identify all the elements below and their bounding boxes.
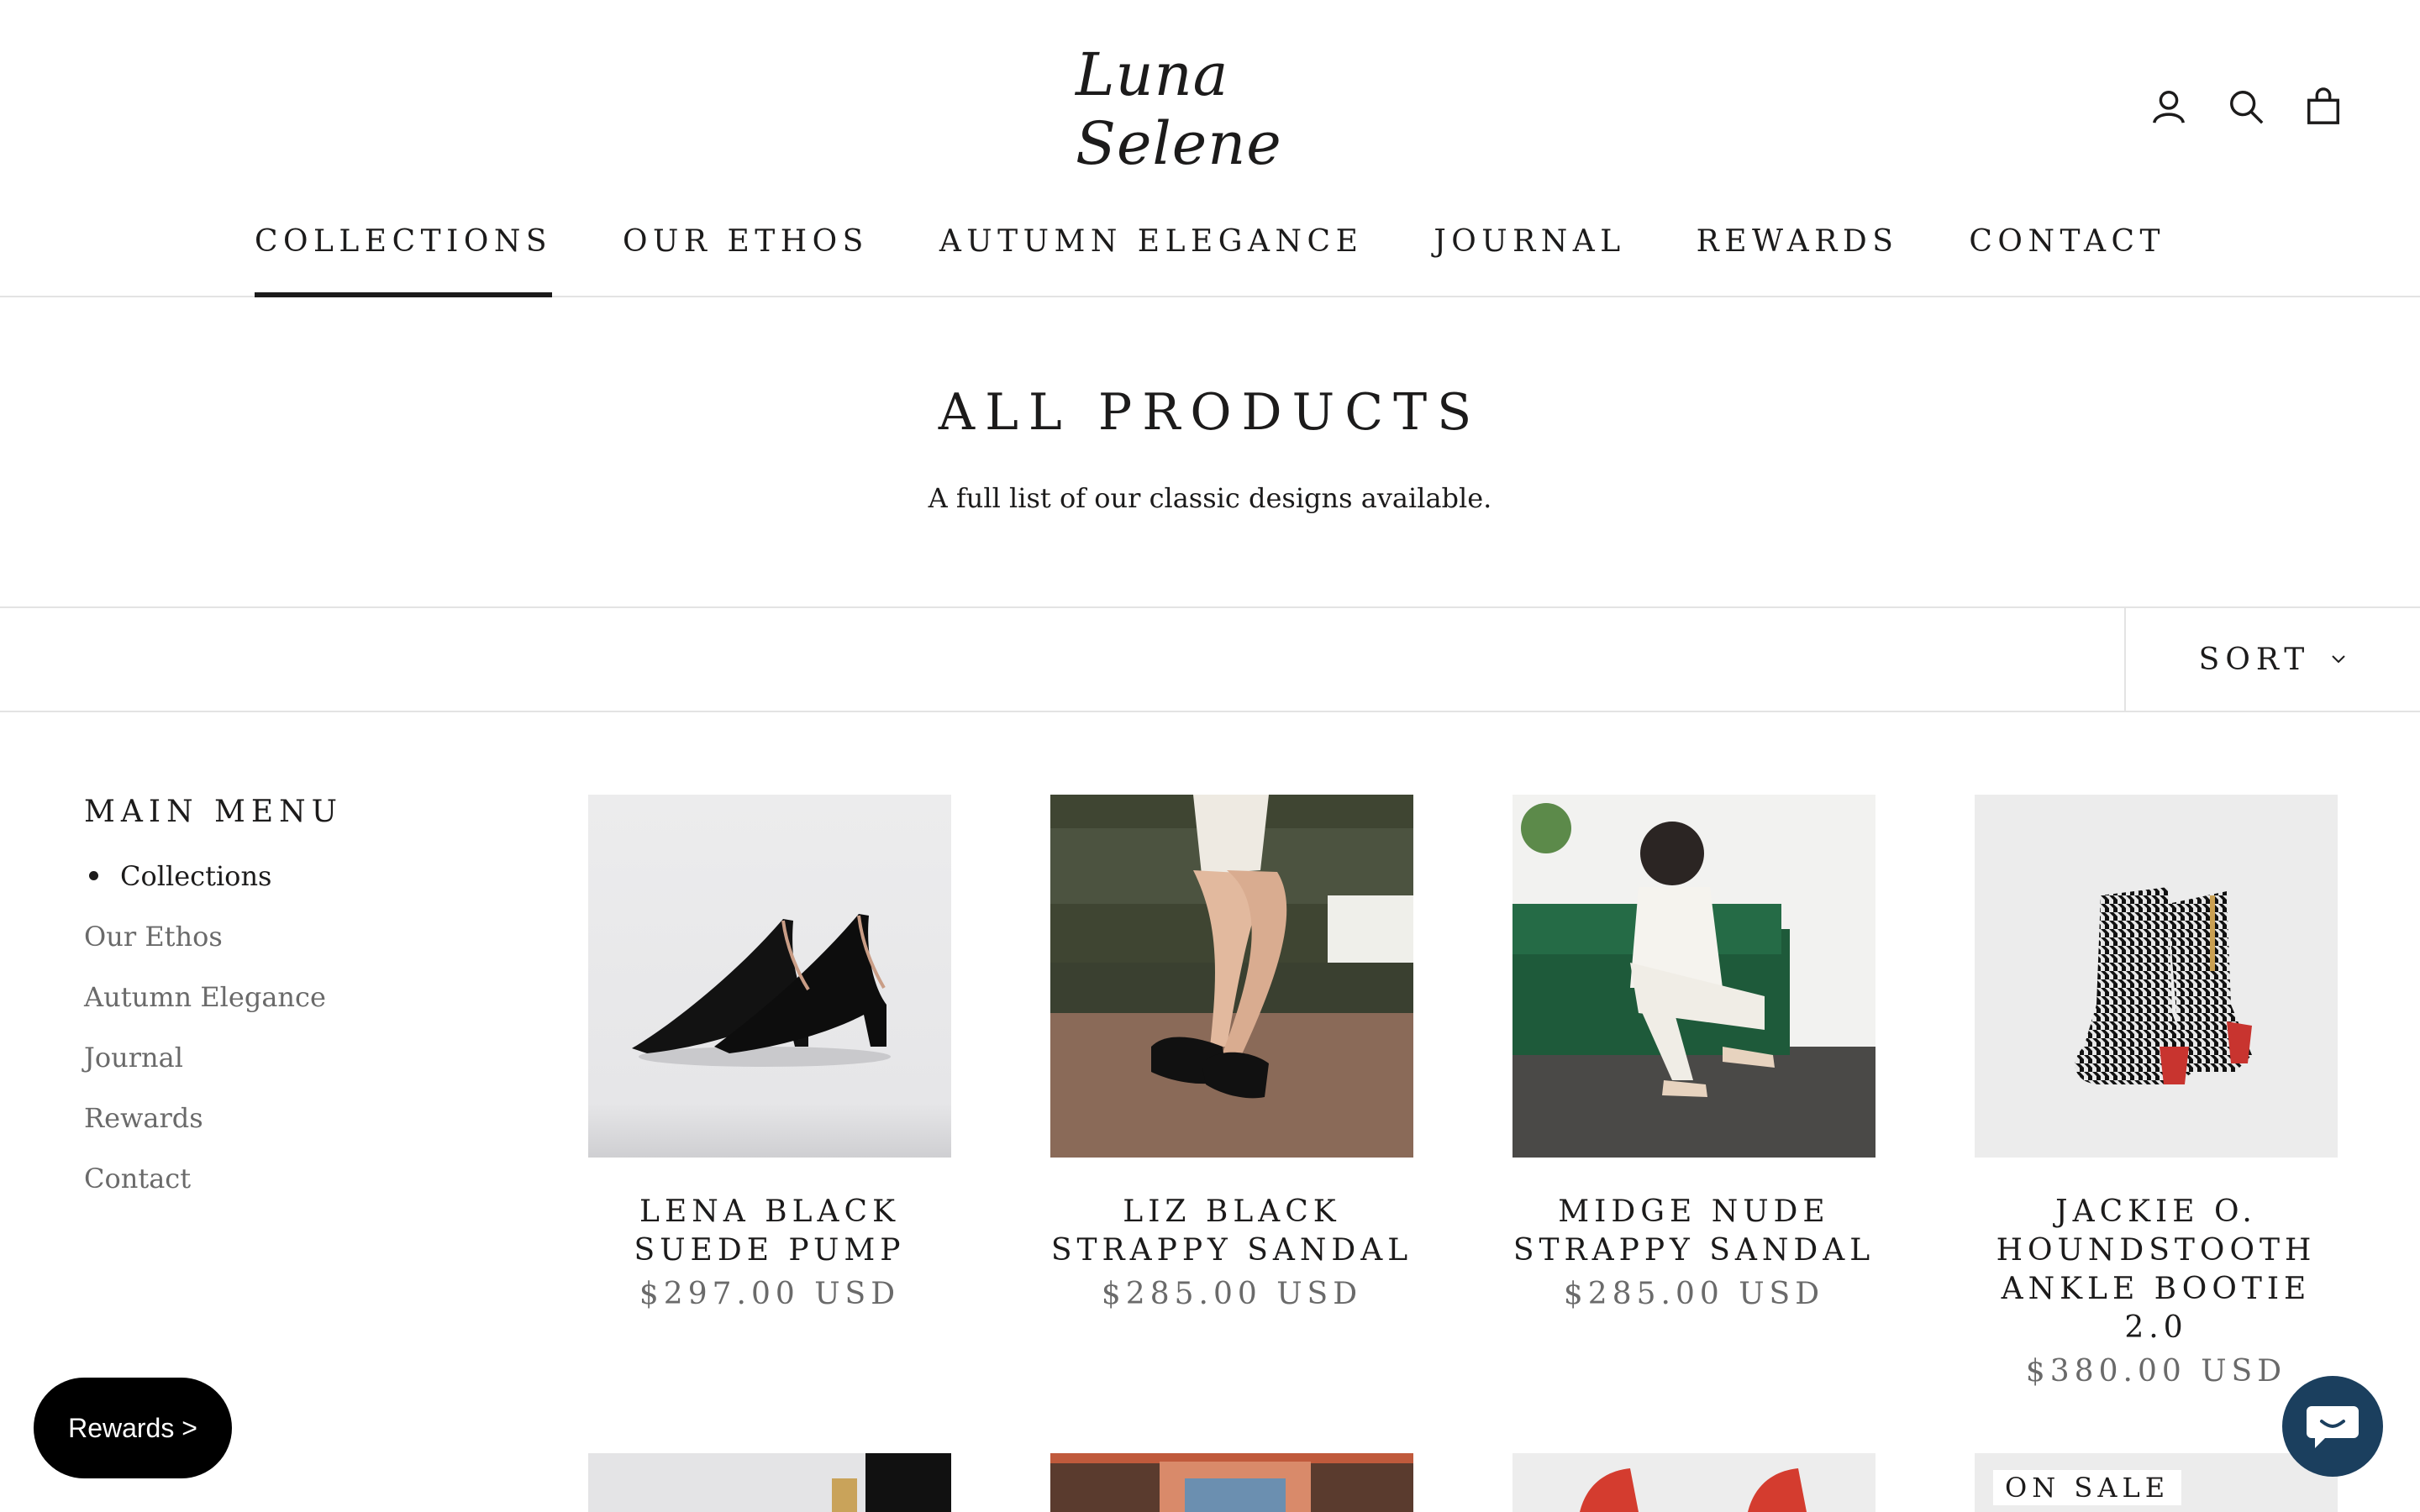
chevron-down-icon: [2332, 655, 2346, 664]
product-image[interactable]: [1050, 1453, 1413, 1512]
product-name[interactable]: MIDGE NUDE STRAPPY SANDAL: [1512, 1193, 1876, 1270]
sort-button[interactable]: SORT: [2124, 608, 2420, 711]
product-thumbnail: [1050, 1453, 1413, 1512]
site-header: Luna Selene COLLECTIONS OUR ETHOS AUTUMN…: [0, 0, 2420, 297]
rewards-launcher-button[interactable]: Rewards >: [34, 1378, 232, 1478]
chat-bubble-icon: [2307, 1406, 2359, 1448]
active-bullet: [89, 871, 98, 880]
collection-toolbar: SORT: [0, 606, 2420, 712]
sidebar-main-menu: MAIN MENU Collections Our Ethos Autumn E…: [84, 795, 487, 1219]
nav-item-autumn-elegance[interactable]: AUTUMN ELEGANCE: [904, 217, 1399, 297]
logo-wordmark[interactable]: Luna Selene: [1076, 40, 1344, 178]
product-image[interactable]: [588, 1453, 951, 1512]
black-pump-image: [588, 795, 951, 1158]
sidebar-item-label: Collections: [120, 860, 272, 892]
product-price: $285.00 USD: [1101, 1277, 1363, 1311]
product-card[interactable]: LENA BLACK SUEDE PUMP $297.00 USD: [588, 795, 951, 1311]
sort-label: SORT: [2198, 642, 2311, 677]
store-logo[interactable]: Luna Selene: [1076, 40, 1344, 178]
product-card[interactable]: MIDGE NUDE STRAPPY SANDAL $285.00 USD: [1512, 795, 1876, 1311]
product-name[interactable]: LENA BLACK SUEDE PUMP: [588, 1193, 951, 1270]
product-card[interactable]: LIZ BLACK STRAPPY SANDAL $285.00 USD: [1050, 795, 1413, 1311]
product-image[interactable]: [1512, 795, 1876, 1158]
search-icon[interactable]: [2227, 87, 2265, 126]
product-price: $297.00 USD: [639, 1277, 901, 1311]
cart-icon[interactable]: [2304, 87, 2343, 126]
sidebar-item-journal[interactable]: Journal: [84, 1037, 487, 1098]
collection-description: A full list of our classic designs avail…: [928, 482, 1492, 514]
product-image[interactable]: [1975, 795, 2338, 1158]
product-image[interactable]: ON SALE: [1975, 1453, 2338, 1512]
houndstooth-bootie-image: [1975, 795, 2338, 1158]
product-price: $285.00 USD: [1563, 1277, 1825, 1311]
product-image[interactable]: [1050, 795, 1413, 1158]
nav-item-our-ethos[interactable]: OUR ETHOS: [587, 217, 904, 297]
nav-item-journal[interactable]: JOURNAL: [1398, 217, 1660, 297]
nav-item-rewards[interactable]: REWARDS: [1661, 217, 1934, 297]
nude-sandal-photo: [1512, 795, 1876, 1158]
sidebar-title: MAIN MENU: [84, 795, 344, 829]
product-thumbnail: [1512, 1453, 1876, 1512]
chat-launcher-button[interactable]: [2282, 1376, 2383, 1477]
product-name[interactable]: JACKIE O. HOUNDSTOOTH ANKLE BOOTIE 2.0: [1975, 1193, 2338, 1347]
header-icons: [2149, 87, 2343, 126]
on-sale-badge: ON SALE: [1993, 1470, 2182, 1505]
sidebar-item-our-ethos[interactable]: Our Ethos: [84, 916, 487, 977]
product-card[interactable]: JACKIE O. HOUNDSTOOTH ANKLE BOOTIE 2.0 $…: [1975, 795, 2338, 1389]
sidebar-item-collections[interactable]: Collections: [84, 856, 487, 916]
sidebar-item-contact[interactable]: Contact: [84, 1158, 487, 1219]
nav-item-collections[interactable]: COLLECTIONS: [219, 217, 587, 297]
collection-title: ALL PRODUCTS: [938, 383, 1482, 442]
product-price: $380.00 USD: [2025, 1354, 2287, 1389]
sidebar-item-rewards[interactable]: Rewards: [84, 1098, 487, 1158]
product-name[interactable]: LIZ BLACK STRAPPY SANDAL: [1050, 1193, 1413, 1270]
sidebar-item-autumn-elegance[interactable]: Autumn Elegance: [84, 977, 487, 1037]
strappy-sandal-photo: [1050, 795, 1413, 1158]
nav-item-contact[interactable]: CONTACT: [1933, 217, 2201, 297]
main-navigation: COLLECTIONS OUR ETHOS AUTUMN ELEGANCE JO…: [0, 217, 2420, 297]
product-thumbnail: [588, 1453, 951, 1512]
product-image[interactable]: [1512, 1453, 1876, 1512]
product-image[interactable]: [588, 795, 951, 1158]
account-icon[interactable]: [2149, 87, 2188, 126]
